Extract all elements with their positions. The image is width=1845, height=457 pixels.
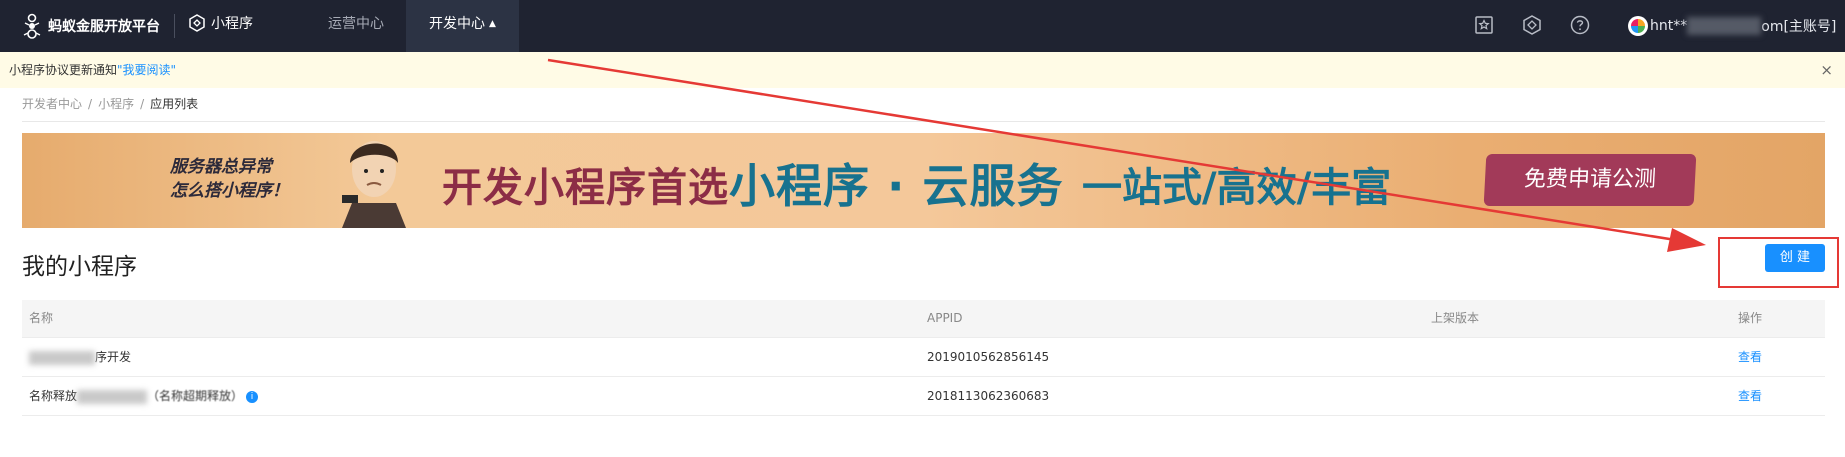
view-link[interactable]: 查看	[1738, 338, 1762, 376]
app-name-cell: 序开发	[29, 338, 131, 376]
table-row: 序开发 2019010562856145 查看	[22, 338, 1825, 377]
notice-text: 小程序协议更新通知	[9, 63, 118, 77]
nav-developer-label: 开发中心	[429, 16, 485, 32]
ant-logo-icon	[23, 13, 41, 39]
product-label: 小程序	[211, 16, 253, 32]
column-actions: 操作	[1738, 311, 1763, 325]
brand-divider	[174, 14, 175, 38]
avatar	[1628, 16, 1648, 36]
app-appid: 2019010562856145	[927, 350, 1050, 364]
app-name-prefix: 名称释放	[29, 389, 78, 403]
breadcrumb-developer-center[interactable]: 开发者中心	[22, 97, 82, 111]
banner-apply-button[interactable]: 免费申请公测	[1483, 154, 1697, 206]
column-appid: APPID	[927, 311, 963, 325]
notice-message: 小程序协议更新通知"我要阅读"	[9, 52, 176, 88]
cube-icon[interactable]	[1521, 14, 1543, 36]
banner-tagline: 一站式/高效/丰富	[1082, 165, 1392, 211]
notice-bar: 小程序协议更新通知"我要阅读" ×	[0, 52, 1845, 88]
promo-banner[interactable]: 服务器总异常 怎么搭小程序！ 开发小程序首选 小程序 · 云服务 一站式/高效/…	[22, 133, 1825, 228]
account-name-prefix: hnt**	[1650, 18, 1688, 34]
close-icon[interactable]: ×	[1820, 52, 1833, 88]
banner-side-text: 服务器总异常 怎么搭小程序！	[170, 155, 289, 203]
redacted-text	[77, 389, 148, 404]
app-name: （名称超期释放）	[147, 389, 244, 403]
banner-side-line1: 服务器总异常	[170, 157, 272, 177]
breadcrumb-mini-program[interactable]: 小程序	[98, 97, 134, 111]
platform-logo[interactable]: 蚂蚁金服开放平台	[22, 11, 160, 41]
table-header: 名称 APPID 上架版本 操作	[22, 300, 1825, 338]
divider	[22, 121, 1825, 122]
account-menu[interactable]: hnt** om[主账号]	[1628, 14, 1836, 38]
table-row: 名称释放 （名称超期释放） i 2018113062360683 查看	[22, 377, 1825, 416]
column-version: 上架版本	[1431, 311, 1480, 325]
view-link[interactable]: 查看	[1738, 377, 1762, 415]
banner-side-line2: 怎么搭小程序！	[170, 181, 289, 201]
redacted-text	[1687, 17, 1762, 35]
account-name-suffix: om[主账号]	[1761, 19, 1837, 35]
breadcrumb-separator: /	[88, 97, 93, 111]
info-icon[interactable]: i	[246, 390, 259, 403]
page-title: 我的小程序	[22, 254, 137, 280]
app-appid: 2018113062360683	[927, 389, 1050, 403]
column-name: 名称	[29, 311, 54, 325]
favorites-icon[interactable]	[1473, 14, 1495, 36]
annotation-highlight-box	[1718, 237, 1839, 288]
app-name: 序开发	[95, 350, 132, 364]
banner-character-illustration	[342, 141, 406, 228]
product-mini-program[interactable]: 小程序	[188, 13, 253, 33]
top-navigation-bar: 蚂蚁金服开放平台 小程序 运营中心 开发中心 ▲ hnt** om[主账号]	[0, 0, 1845, 52]
nav-operations-center[interactable]: 运营中心	[308, 0, 404, 52]
brand-name: 蚂蚁金服开放平台	[48, 19, 160, 35]
caret-up-icon: ▲	[489, 19, 496, 29]
mini-program-icon	[189, 14, 205, 32]
app-name-cell: 名称释放 （名称超期释放） i	[29, 377, 259, 415]
nav-developer-center[interactable]: 开发中心 ▲	[406, 0, 519, 52]
redacted-text	[29, 350, 95, 365]
breadcrumb: 开发者中心 / 小程序 / 应用列表	[22, 95, 198, 112]
banner-highlight: 小程序 · 云服务	[729, 159, 1064, 213]
app-list-table: 名称 APPID 上架版本 操作 序开发 2019010562856145 查看…	[22, 300, 1825, 416]
help-icon[interactable]	[1569, 14, 1591, 36]
banner-headline: 开发小程序首选	[442, 165, 729, 211]
breadcrumb-app-list: 应用列表	[150, 97, 199, 111]
notice-read-link[interactable]: "我要阅读"	[117, 63, 176, 77]
breadcrumb-separator: /	[140, 97, 145, 111]
